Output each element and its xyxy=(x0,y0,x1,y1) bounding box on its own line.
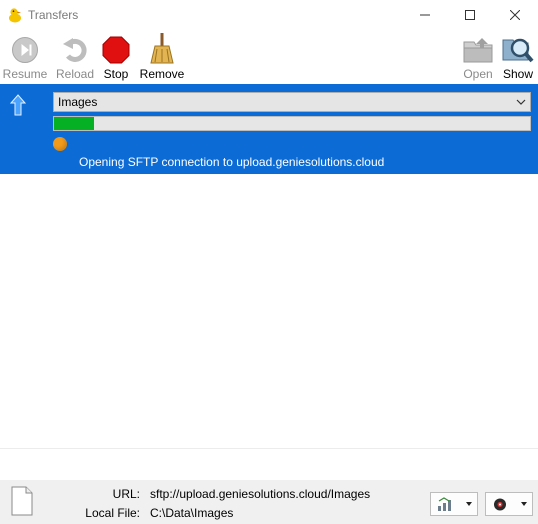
status-indicator-icon xyxy=(53,137,67,151)
duck-icon xyxy=(8,7,22,26)
local-file-label: Local File: xyxy=(85,506,140,520)
play-pause-icon xyxy=(12,37,38,63)
stop-icon xyxy=(102,36,130,64)
close-icon xyxy=(510,10,520,20)
list-item xyxy=(0,357,538,449)
url-label: URL: xyxy=(112,487,140,501)
file-icon xyxy=(11,486,33,519)
transfer-row[interactable]: Images Opening SFTP connection to upload… xyxy=(0,84,538,174)
bandwidth-dropdown[interactable] xyxy=(430,492,478,516)
connections-icon xyxy=(492,497,510,515)
maximize-icon xyxy=(465,10,475,20)
dropdown-arrow-icon xyxy=(521,502,527,506)
folder-open-icon xyxy=(463,38,493,63)
chevron-down-icon xyxy=(515,96,527,111)
title-bar: Transfers xyxy=(0,0,538,30)
minimize-button[interactable] xyxy=(402,0,448,30)
info-bar: URL: sftp://upload.geniesolutions.cloud/… xyxy=(0,480,538,524)
reload-label: Reload xyxy=(55,67,95,81)
remove-button[interactable]: Remove xyxy=(139,30,185,84)
window-title: Transfers xyxy=(28,8,79,22)
bandwidth-icon xyxy=(437,497,455,515)
local-file-value: C:\Data\Images xyxy=(150,506,234,520)
connections-dropdown[interactable] xyxy=(485,492,533,516)
progress-fill xyxy=(54,117,95,130)
resume-label: Resume xyxy=(2,67,48,81)
open-label: Open xyxy=(463,67,493,81)
resume-button[interactable]: Resume xyxy=(3,30,47,84)
list-item xyxy=(0,266,538,358)
upload-arrow-icon xyxy=(9,94,27,119)
reload-button[interactable]: Reload xyxy=(55,30,95,84)
show-label: Show xyxy=(502,67,534,81)
transfer-name-select[interactable]: Images xyxy=(53,92,531,112)
transfer-status: Opening SFTP connection to upload.genies… xyxy=(79,155,385,169)
dropdown-arrow-icon xyxy=(466,502,472,506)
minimize-icon xyxy=(420,14,430,16)
url-value: sftp://upload.geniesolutions.cloud/Image… xyxy=(150,487,371,501)
show-in-folder-icon xyxy=(502,38,534,63)
stop-button[interactable]: Stop xyxy=(101,30,131,84)
open-button[interactable]: Open xyxy=(459,30,497,84)
transfer-name: Images xyxy=(58,95,98,109)
list-item xyxy=(0,175,538,267)
broom-icon xyxy=(150,33,174,64)
reload-icon xyxy=(63,38,87,62)
close-button[interactable] xyxy=(492,0,538,30)
toolbar: Resume Reload Stop Remove Open Show xyxy=(0,30,538,84)
maximize-button[interactable] xyxy=(447,0,493,30)
remove-label: Remove xyxy=(139,67,185,81)
transfer-progress-bar xyxy=(53,116,531,131)
show-button[interactable]: Show xyxy=(500,30,536,84)
stop-label: Stop xyxy=(103,67,129,81)
